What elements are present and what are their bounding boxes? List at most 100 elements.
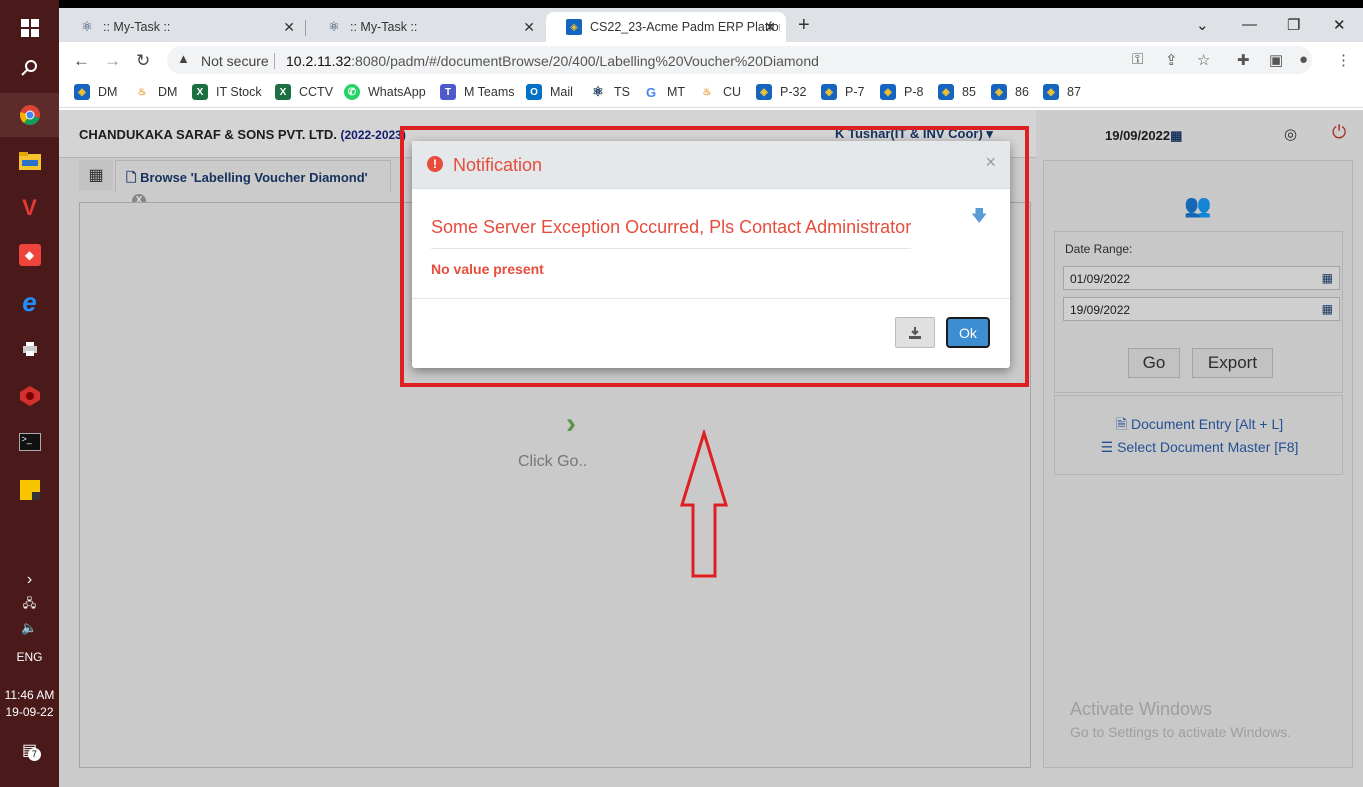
app-anydesk-icon[interactable]: ◆ <box>0 233 59 277</box>
bookmark-label: TS <box>614 85 630 99</box>
file-explorer-icon[interactable] <box>0 139 59 183</box>
outlook-icon: O <box>526 84 542 100</box>
erp-favicon-icon: ◈ <box>566 19 582 35</box>
tab-title: :: My-Task :: <box>103 20 171 34</box>
bookmark-p32[interactable]: ◈ P-32 <box>756 84 806 100</box>
bookmark-dm-2[interactable]: ♨ DM <box>134 84 178 100</box>
top-strip <box>59 0 1363 8</box>
bookmark-teams[interactable]: T M Teams <box>440 84 514 100</box>
tab-search-icon[interactable]: ⌄ <box>1196 16 1209 34</box>
tab-close-icon[interactable]: ✕ <box>523 19 535 36</box>
tab-title: :: My-Task :: <box>350 20 418 34</box>
bookmark-label: MT <box>667 85 686 99</box>
back-button[interactable]: ← <box>73 51 90 71</box>
browser-tab-active[interactable]: ◈ CS22_23-Acme Padm ERP Platfor ✕ <box>546 12 786 42</box>
notification-icon[interactable]: ▤7 <box>0 728 59 772</box>
bookmark-label: 86 <box>1015 85 1029 99</box>
key-icon[interactable]: ⚿ <box>1132 51 1143 68</box>
url-host: 10.2.11.32 <box>286 53 352 69</box>
erp-favicon-icon: ◈ <box>1043 84 1059 100</box>
erp-favicon-icon: ◈ <box>756 84 772 100</box>
bookmark-label: P-32 <box>780 85 807 99</box>
clock-date[interactable]: 19-09-22 <box>0 705 59 719</box>
bookmark-85[interactable]: ◈ 85 <box>938 84 976 100</box>
internet-explorer-icon[interactable]: e <box>0 280 59 324</box>
menu-icon[interactable]: ⋮ <box>1336 51 1351 69</box>
browser-tab[interactable]: ⚛ :: My-Task :: ✕ <box>306 12 545 42</box>
app-red-icon[interactable] <box>0 374 59 418</box>
bookmark-label: WhatsApp <box>368 85 426 99</box>
teams-icon: T <box>440 84 456 100</box>
sticky-notes-icon[interactable] <box>0 468 59 512</box>
browser-tab-bar: ⚛ :: My-Task :: ✕ ⚛ :: My-Task :: ✕ ◈ CS… <box>59 8 1363 42</box>
annotation-highlight-box <box>400 126 1029 387</box>
bookmark-p8[interactable]: ◈ P-8 <box>880 84 923 100</box>
bookmark-label: IT Stock <box>216 85 262 99</box>
minimize-button[interactable]: — <box>1242 16 1257 33</box>
profile-icon[interactable]: ● <box>1299 51 1308 68</box>
restore-button[interactable]: ❐ <box>1287 16 1300 34</box>
bookmark-label: CU <box>723 85 742 99</box>
bookmark-cu[interactable]: ♨ CU <box>699 84 742 100</box>
bookmark-label: CCTV <box>299 85 334 99</box>
react-icon: ⚛ <box>592 84 604 99</box>
bookmark-label: DM <box>158 85 178 99</box>
excel-icon: X <box>275 84 291 100</box>
side-panel-icon[interactable]: ▣ <box>1269 51 1283 69</box>
url-path: :8080/padm/#/documentBrowse/20/400/Label… <box>351 53 819 69</box>
tab-title: CS22_23-Acme Padm ERP Platfor <box>590 20 780 34</box>
tab-close-icon[interactable]: ✕ <box>283 19 295 36</box>
volume-icon[interactable]: 🔈 <box>0 606 59 650</box>
java-icon: ♨ <box>137 86 147 98</box>
bookmark-label: Mail <box>550 85 573 99</box>
windows-icon[interactable] <box>0 6 59 50</box>
bookmark-whatsapp[interactable]: ✆ WhatsApp <box>344 84 426 100</box>
clock-time[interactable]: 11:46 AM <box>0 688 59 702</box>
terminal-icon[interactable]: >_ <box>0 420 59 464</box>
url-divider <box>274 53 275 69</box>
printer-icon[interactable] <box>0 327 59 371</box>
language-indicator[interactable]: ENG <box>0 650 59 664</box>
notification-count: 7 <box>27 748 41 761</box>
star-icon[interactable]: ☆ <box>1197 51 1210 69</box>
bookmark-87[interactable]: ◈ 87 <box>1043 84 1081 100</box>
app-v-icon[interactable]: V <box>0 186 59 230</box>
bookmark-cctv[interactable]: X CCTV <box>275 84 333 100</box>
search-icon[interactable] <box>0 46 59 90</box>
new-tab-button[interactable]: + <box>798 14 810 37</box>
erp-favicon-icon: ◈ <box>880 84 896 100</box>
bookmark-label: DM <box>98 85 118 99</box>
bookmark-mail[interactable]: O Mail <box>526 84 573 100</box>
forward-button[interactable]: → <box>104 51 121 71</box>
extensions-icon[interactable]: ✚ <box>1237 51 1250 69</box>
reload-button[interactable]: ↻ <box>136 51 150 71</box>
erp-favicon-icon: ◈ <box>74 84 90 100</box>
erp-favicon-icon: ◈ <box>991 84 1007 100</box>
bookmark-dm[interactable]: ◈ DM <box>74 84 117 100</box>
java-icon: ♨ <box>702 86 712 98</box>
excel-icon: X <box>192 84 208 100</box>
bookmarks-bar: ◈ DM ♨ DM X IT Stock X CCTV ✆ WhatsApp T M Tea… <box>59 78 1363 108</box>
bookmark-label: P-8 <box>904 85 924 99</box>
erp-favicon-icon: ◈ <box>938 84 954 100</box>
tab-close-icon[interactable]: ✕ <box>764 19 776 36</box>
warning-icon[interactable]: ▲ <box>177 51 190 66</box>
bookmark-label: M Teams <box>464 85 515 99</box>
share-icon[interactable]: ⇪ <box>1165 51 1178 69</box>
bookmark-ts[interactable]: ⚛ TS <box>590 84 630 100</box>
erp-favicon-icon: ◈ <box>821 84 837 100</box>
browser-tab[interactable]: ⚛ :: My-Task :: ✕ <box>59 12 305 42</box>
google-icon: G <box>645 84 657 100</box>
bookmark-it-stock[interactable]: X IT Stock <box>192 84 262 100</box>
bookmark-label: 85 <box>962 85 976 99</box>
bookmark-86[interactable]: ◈ 86 <box>991 84 1029 100</box>
bookmark-label: P-7 <box>845 85 865 99</box>
bookmark-mt[interactable]: G MT <box>643 84 685 100</box>
bookmark-p7[interactable]: ◈ P-7 <box>821 84 864 100</box>
close-window-button[interactable]: ✕ <box>1333 16 1346 34</box>
not-secure-label[interactable]: Not secure <box>201 53 269 69</box>
address-bar-row: ← → ↻ ▲ Not secure 10.2.11.32:8080/padm/… <box>59 42 1363 78</box>
react-icon: ⚛ <box>81 19 93 34</box>
chrome-icon[interactable] <box>0 93 59 137</box>
url-text[interactable]: 10.2.11.32:8080/padm/#/documentBrowse/20… <box>286 53 819 69</box>
